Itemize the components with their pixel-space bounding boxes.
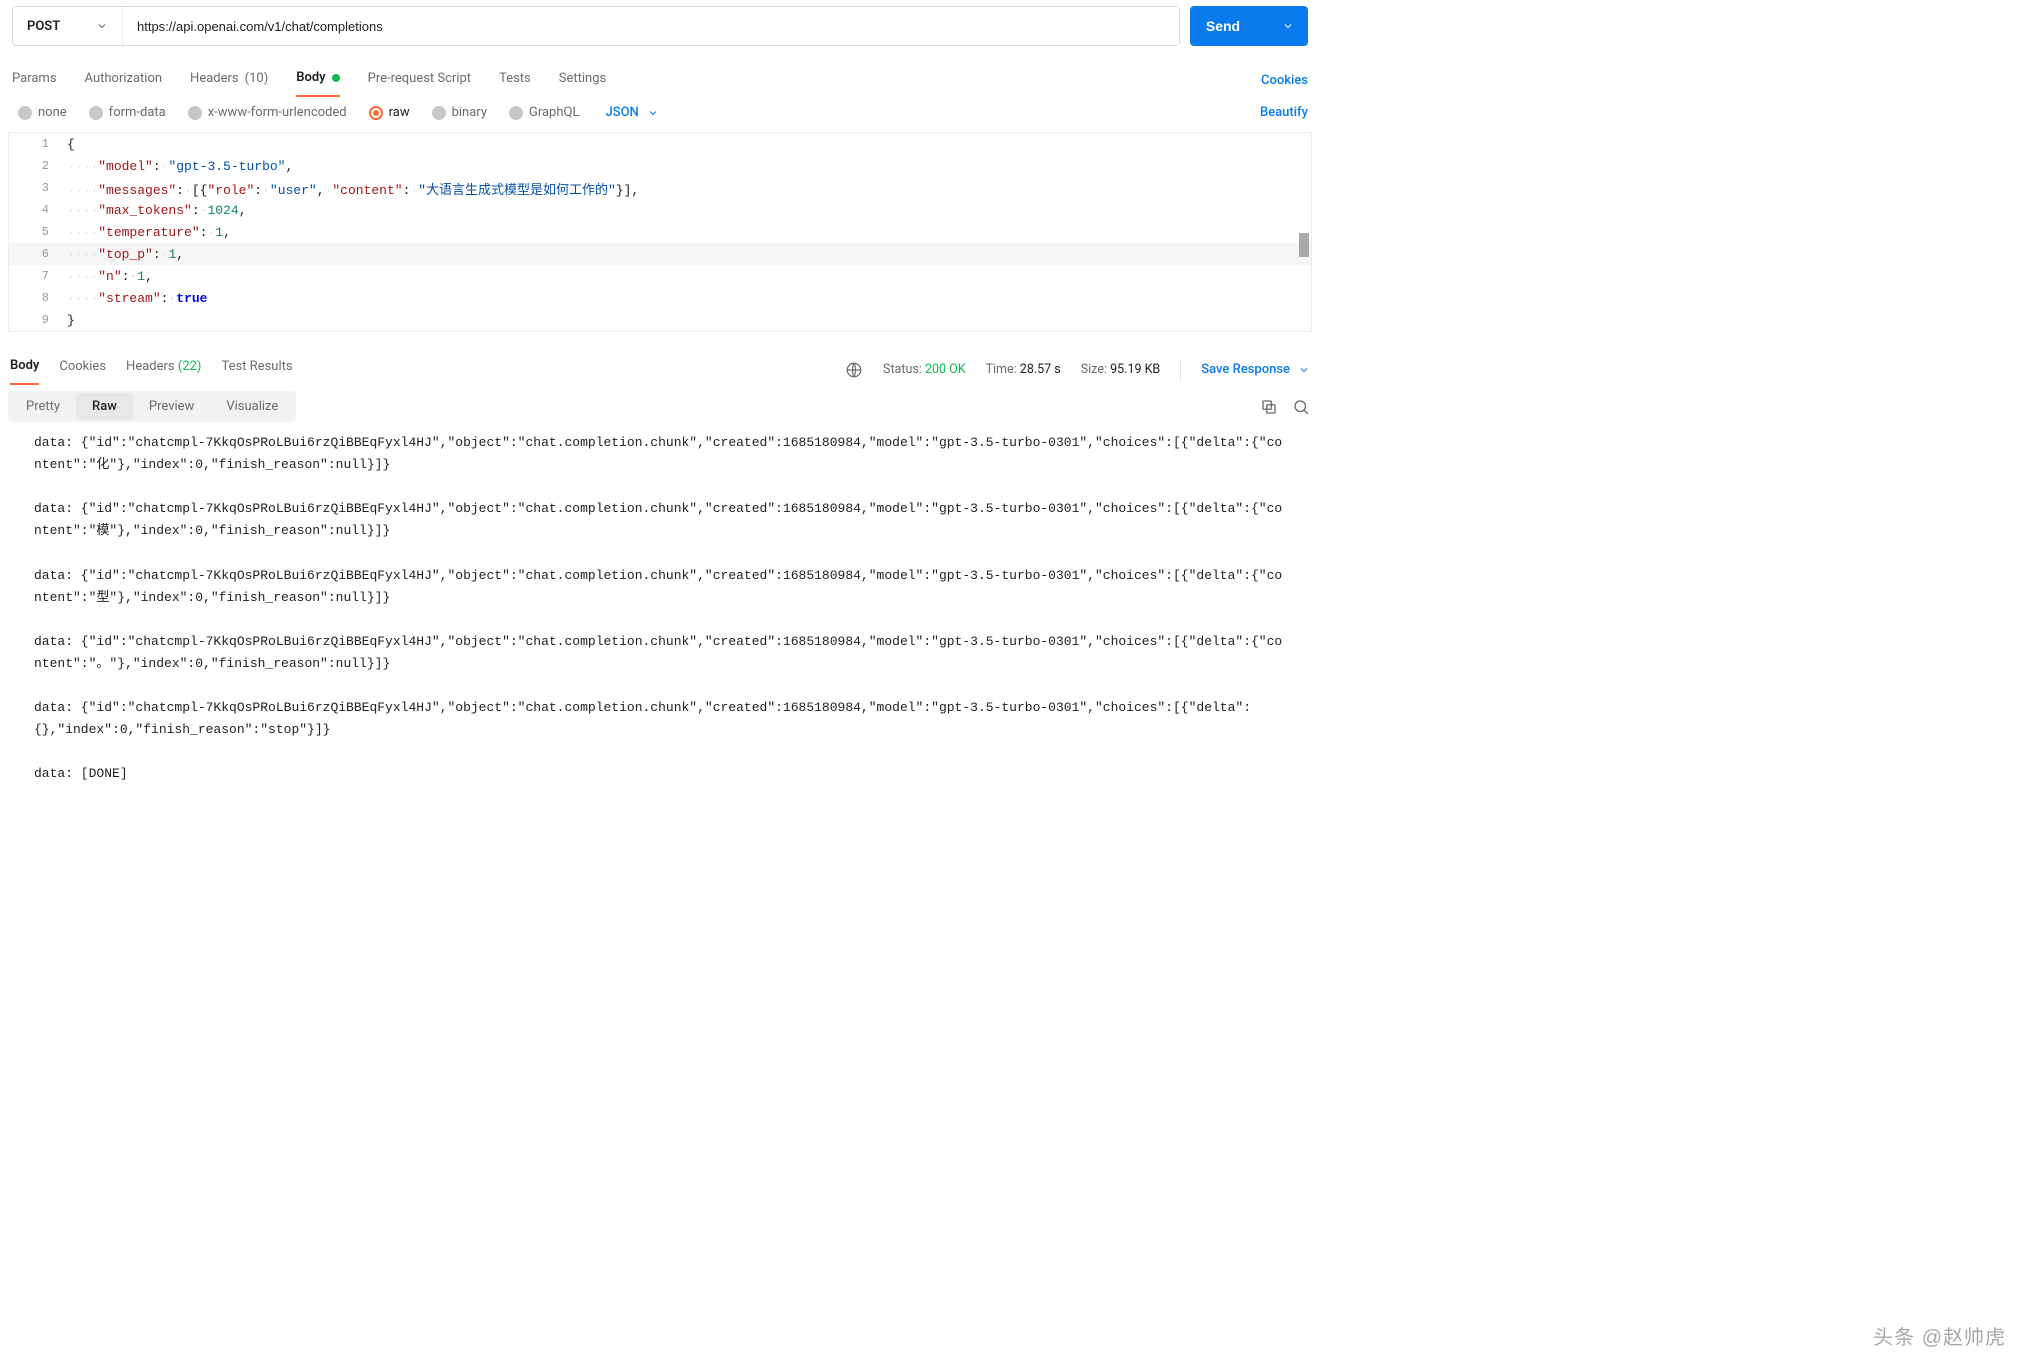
body-none-radio[interactable]: none	[18, 105, 67, 120]
response-tab-test-results[interactable]: Test Results	[221, 355, 292, 384]
radio-icon	[509, 106, 523, 120]
chevron-down-icon	[1282, 20, 1294, 32]
tab-settings[interactable]: Settings	[559, 65, 606, 96]
send-button-label: Send	[1190, 18, 1256, 34]
view-preview-button[interactable]: Preview	[133, 393, 210, 420]
send-button[interactable]: Send	[1190, 6, 1308, 46]
radio-icon	[432, 106, 446, 120]
body-xwww-radio[interactable]: x-www-form-urlencoded	[188, 105, 347, 120]
tab-headers[interactable]: Headers (10)	[190, 65, 268, 96]
raw-language-select[interactable]: JSON	[605, 105, 658, 120]
response-tab-headers[interactable]: Headers (22)	[126, 355, 201, 384]
beautify-link[interactable]: Beautify	[1260, 105, 1308, 120]
radio-icon	[369, 106, 383, 120]
watermark-text: 头条 @赵帅虎	[1873, 1321, 2006, 1350]
copy-icon[interactable]	[1260, 398, 1278, 416]
radio-icon	[89, 106, 103, 120]
tab-params[interactable]: Params	[12, 65, 57, 96]
chevron-down-icon	[1298, 364, 1310, 376]
request-body-editor[interactable]: 1{ 2····"model":·"gpt-3.5-turbo", 3····"…	[8, 132, 1312, 332]
view-pretty-button[interactable]: Pretty	[10, 393, 76, 420]
response-body-text[interactable]: data: {"id":"chatcmpl-7KkqOsPRoLBui6rzQi…	[0, 422, 1320, 792]
view-raw-button[interactable]: Raw	[76, 393, 133, 420]
http-method-label: POST	[27, 19, 60, 34]
view-visualize-button[interactable]: Visualize	[210, 393, 294, 420]
response-view-segment: Pretty Raw Preview Visualize	[8, 391, 296, 422]
response-size: Size: 95.19 KB	[1081, 362, 1160, 377]
radio-icon	[18, 106, 32, 120]
http-method-select[interactable]: POST	[13, 7, 123, 45]
body-raw-radio[interactable]: raw	[369, 105, 410, 120]
body-formdata-radio[interactable]: form-data	[89, 105, 166, 120]
cookies-link[interactable]: Cookies	[1261, 73, 1308, 88]
body-binary-radio[interactable]: binary	[432, 105, 487, 120]
response-tab-cookies[interactable]: Cookies	[59, 355, 106, 384]
response-status: Status: 200 OK	[883, 362, 966, 377]
chevron-down-icon	[647, 107, 659, 119]
body-graphql-radio[interactable]: GraphQL	[509, 105, 579, 120]
search-icon[interactable]	[1292, 398, 1310, 416]
globe-icon[interactable]	[845, 361, 863, 379]
chevron-down-icon	[96, 20, 108, 32]
tab-prerequest[interactable]: Pre-request Script	[368, 65, 471, 96]
request-url-input[interactable]	[123, 7, 1179, 45]
divider	[1180, 359, 1181, 381]
response-tab-body[interactable]: Body	[10, 354, 39, 385]
method-url-container: POST	[12, 6, 1180, 46]
tab-tests[interactable]: Tests	[499, 65, 531, 96]
tab-authorization[interactable]: Authorization	[85, 65, 163, 96]
save-response-button[interactable]: Save Response	[1201, 362, 1310, 377]
radio-icon	[188, 106, 202, 120]
editor-minimap[interactable]	[1299, 233, 1309, 257]
tab-body[interactable]: Body	[296, 64, 339, 97]
response-time: Time: 28.57 s	[986, 362, 1061, 377]
dot-indicator-icon	[332, 74, 340, 82]
